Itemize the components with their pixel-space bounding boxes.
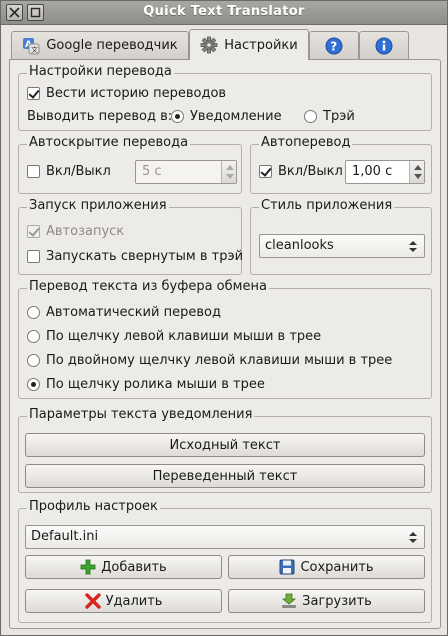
delete-icon bbox=[84, 593, 101, 609]
autostart-checkbox[interactable]: Автозапуск bbox=[27, 224, 124, 239]
source-text-button[interactable]: Исходный текст bbox=[25, 433, 425, 457]
translated-text-button[interactable]: Переведенный текст bbox=[25, 464, 425, 488]
google-translate-icon: A 文 bbox=[23, 37, 40, 54]
svg-text:文: 文 bbox=[31, 45, 38, 54]
autotranslate-check[interactable] bbox=[259, 165, 272, 178]
add-profile-button[interactable]: Добавить bbox=[25, 555, 222, 579]
output-notification-radio[interactable]: Уведомление bbox=[171, 109, 282, 124]
output-target-row: Выводить перевод в: bbox=[27, 109, 172, 124]
radio-clipboard-wheel-click[interactable] bbox=[27, 378, 40, 391]
keep-history-label: Вести историю переводов bbox=[46, 86, 227, 101]
clipboard-option-left-click-label: По щелчку левой клавиши мыши в трее bbox=[46, 329, 322, 344]
tab-google-translator[interactable]: A 文 Google переводчик bbox=[11, 31, 189, 59]
spin-down-icon[interactable] bbox=[226, 174, 234, 179]
tab-settings[interactable]: Настройки bbox=[189, 29, 309, 60]
clipboard-option-wheel-click[interactable]: По щелчку ролика мыши в трее bbox=[27, 377, 265, 392]
title-bar: Quick Text Translator bbox=[1, 1, 447, 25]
translation-settings-title: Настройки перевода bbox=[27, 64, 174, 79]
startup-title: Запуск приложения bbox=[27, 198, 169, 213]
autohide-spin-arrows[interactable] bbox=[221, 161, 236, 183]
profile-title: Профиль настроек bbox=[27, 499, 160, 514]
clipboard-option-wheel-click-label: По щелчку ролика мыши в трее bbox=[46, 377, 265, 392]
spin-down-icon[interactable] bbox=[414, 174, 422, 179]
autohide-check[interactable] bbox=[27, 165, 40, 178]
autohide-group: Автоскрытие перевода Вкл/Выкл 5 с bbox=[18, 135, 242, 194]
start-minimized-check[interactable] bbox=[27, 250, 40, 263]
clipboard-option-auto-label: Автоматический перевод bbox=[46, 305, 221, 320]
clipboard-group: Перевод текста из буфера обмена Автомати… bbox=[18, 279, 432, 399]
startup-group: Запуск приложения Автозапуск Запускать с… bbox=[18, 198, 243, 275]
load-icon bbox=[282, 593, 297, 608]
clipboard-option-double-click[interactable]: По двойному щелчку левой клавиши мыши в … bbox=[27, 353, 392, 368]
add-profile-label: Добавить bbox=[101, 559, 167, 575]
info-icon bbox=[375, 37, 393, 54]
autohide-toggle[interactable]: Вкл/Выкл bbox=[27, 164, 111, 179]
translated-text-button-label: Переведенный текст bbox=[152, 468, 298, 484]
autotranslate-group: Автоперевод Вкл/Выкл 1,00 с bbox=[250, 135, 432, 194]
save-profile-label: Сохранить bbox=[300, 559, 374, 575]
start-minimized-label: Запускать свернутым в трэй bbox=[46, 249, 244, 264]
combo-arrows-icon bbox=[409, 241, 417, 252]
tab-help[interactable]: ? bbox=[309, 31, 359, 59]
app-style-group: Стиль приложения cleanlooks bbox=[250, 198, 432, 275]
output-tray-label: Трэй bbox=[323, 109, 355, 124]
tab-about[interactable] bbox=[359, 31, 409, 59]
autotranslate-toggle[interactable]: Вкл/Выкл bbox=[259, 164, 343, 179]
translation-settings-group: Настройки перевода Вести историю перевод… bbox=[18, 64, 432, 131]
autotranslate-toggle-label: Вкл/Выкл bbox=[278, 164, 343, 179]
add-icon bbox=[80, 559, 96, 575]
radio-clipboard-left-click[interactable] bbox=[27, 330, 40, 343]
autotranslate-title: Автоперевод bbox=[259, 135, 353, 150]
tab-google-translator-label: Google переводчик bbox=[46, 38, 178, 53]
keep-history-check[interactable] bbox=[27, 87, 40, 100]
autostart-check[interactable] bbox=[27, 225, 40, 238]
autostart-label: Автозапуск bbox=[46, 224, 125, 239]
window-title: Quick Text Translator bbox=[143, 4, 305, 19]
svg-text:?: ? bbox=[330, 39, 337, 53]
app-style-select[interactable]: cleanlooks bbox=[259, 234, 425, 258]
start-minimized-checkbox[interactable]: Запускать свернутым в трэй bbox=[27, 249, 243, 264]
notification-text-title: Параметры текста уведомления bbox=[27, 407, 255, 422]
clipboard-option-auto[interactable]: Автоматический перевод bbox=[27, 305, 221, 320]
app-style-title: Стиль приложения bbox=[259, 198, 395, 213]
combo-arrows-icon bbox=[409, 532, 417, 543]
profile-group: Профиль настроек Default.ini Добавить Со… bbox=[18, 499, 432, 623]
keep-history-checkbox[interactable]: Вести историю переводов bbox=[27, 86, 226, 101]
spin-up-icon[interactable] bbox=[414, 165, 422, 170]
autohide-title: Автоскрытие перевода bbox=[27, 135, 191, 150]
profile-value: Default.ini bbox=[31, 529, 99, 544]
gear-icon bbox=[200, 36, 218, 54]
load-profile-label: Загрузить bbox=[302, 593, 372, 609]
tab-settings-label: Настройки bbox=[224, 37, 298, 53]
radio-clipboard-double-click[interactable] bbox=[27, 354, 40, 367]
notification-text-group: Параметры текста уведомления Исходный те… bbox=[18, 407, 432, 493]
radio-clipboard-auto[interactable] bbox=[27, 306, 40, 319]
output-label: Выводить перевод в: bbox=[27, 109, 173, 124]
output-tray-radio[interactable]: Трэй bbox=[304, 109, 355, 124]
delete-profile-label: Удалить bbox=[105, 593, 163, 609]
autotranslate-spinbox[interactable]: 1,00 с bbox=[345, 160, 425, 184]
load-profile-button[interactable]: Загрузить bbox=[228, 589, 425, 613]
source-text-button-label: Исходный текст bbox=[169, 437, 281, 453]
clipboard-option-left-click[interactable]: По щелчку левой клавиши мыши в трее bbox=[27, 329, 321, 344]
clipboard-title: Перевод текста из буфера обмена bbox=[27, 279, 269, 294]
clipboard-option-double-click-label: По двойному щелчку левой клавиши мыши в … bbox=[46, 353, 393, 368]
delete-profile-button[interactable]: Удалить bbox=[25, 589, 222, 613]
profile-select[interactable]: Default.ini bbox=[25, 525, 425, 549]
autotranslate-spin-arrows[interactable] bbox=[409, 161, 424, 183]
autohide-toggle-label: Вкл/Выкл bbox=[46, 164, 111, 179]
app-style-value: cleanlooks bbox=[265, 238, 334, 253]
output-notification-label: Уведомление bbox=[190, 109, 282, 124]
app-window: Quick Text Translator A 文 Google перевод… bbox=[0, 0, 448, 636]
settings-tab-pane: Настройки перевода Вести историю перевод… bbox=[9, 59, 441, 629]
autohide-value: 5 с bbox=[142, 164, 162, 179]
save-icon bbox=[279, 559, 295, 575]
autohide-spinbox[interactable]: 5 с bbox=[135, 160, 237, 184]
spin-up-icon[interactable] bbox=[226, 165, 234, 170]
save-profile-button[interactable]: Сохранить bbox=[228, 555, 425, 579]
radio-notification[interactable] bbox=[171, 110, 184, 123]
help-icon: ? bbox=[325, 37, 343, 54]
autotranslate-value: 1,00 с bbox=[352, 164, 393, 179]
radio-tray[interactable] bbox=[304, 110, 317, 123]
